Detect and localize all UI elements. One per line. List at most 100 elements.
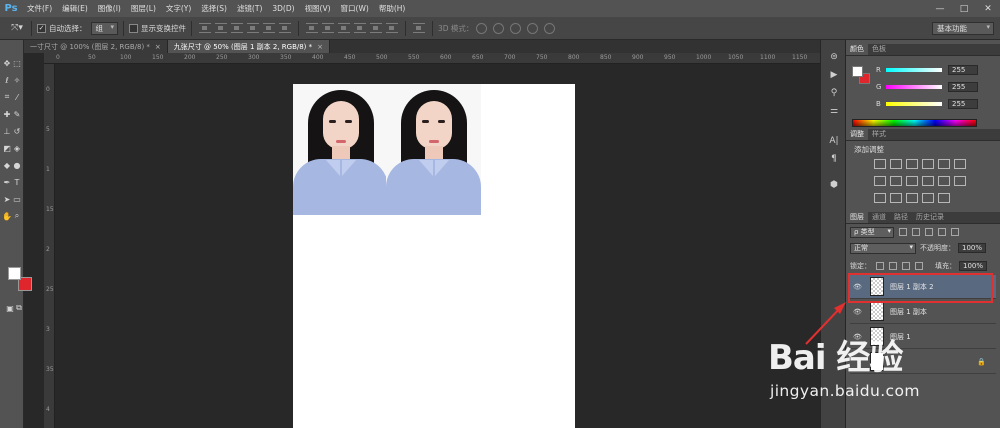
distribute-left-icon[interactable] (354, 23, 366, 33)
distribute-right-icon[interactable] (386, 23, 398, 33)
levels-icon[interactable] (890, 159, 902, 169)
lock-position-icon[interactable] (902, 262, 910, 270)
brightness-contrast-icon[interactable] (874, 159, 886, 169)
blend-mode-dropdown[interactable]: 正常 (850, 242, 916, 254)
hue-saturation-icon[interactable] (874, 176, 886, 186)
distribute-vcenter-icon[interactable] (322, 23, 334, 33)
maximize-button[interactable]: □ (952, 0, 976, 17)
distribute-hcenter-icon[interactable] (370, 23, 382, 33)
tab-document-2[interactable]: 九张尺寸 @ 50% (图层 1 副本 2, RGB/8) * × (167, 40, 331, 53)
posterize-icon[interactable] (890, 193, 902, 203)
auto-select-dropdown[interactable]: 组 (90, 21, 118, 35)
align-bottom-icon[interactable] (231, 23, 243, 33)
close-button[interactable]: ✕ (976, 0, 1000, 17)
align-left-icon[interactable] (247, 23, 259, 33)
fill-field[interactable]: 100% (959, 261, 988, 271)
lock-all-icon[interactable] (915, 262, 923, 270)
move-tool-icon[interactable]: ✥ (2, 58, 12, 68)
workspace-dropdown[interactable]: 基本功能 (932, 22, 994, 35)
menu-view[interactable]: 视图(V) (300, 3, 336, 14)
smart-filter-icon[interactable] (951, 228, 959, 236)
foreground-color-swatch[interactable] (8, 267, 21, 280)
pen-tool-icon[interactable]: ✒ (2, 177, 12, 187)
layer-filter-dropdown[interactable]: ρ 类型 (850, 226, 894, 238)
exposure-icon[interactable] (922, 159, 934, 169)
menu-help[interactable]: 帮助(H) (374, 3, 411, 14)
auto-select-checkbox[interactable]: ✓ (37, 23, 46, 33)
paint-bucket-tool-icon[interactable]: ◈ (12, 143, 22, 153)
character-panel-icon[interactable]: A| (821, 132, 847, 150)
menu-window[interactable]: 窗口(W) (336, 3, 374, 14)
blue-value-field[interactable]: 255 (948, 99, 978, 109)
type-tool-icon[interactable]: T (12, 177, 22, 187)
color-spectrum-bar[interactable] (852, 119, 977, 127)
red-slider[interactable] (886, 68, 942, 72)
minimize-button[interactable]: — (928, 0, 952, 17)
dodge-tool-icon[interactable]: ● (12, 160, 22, 170)
photo-filter-icon[interactable] (922, 176, 934, 186)
tab-layers[interactable]: 图层 (846, 211, 868, 223)
path-selection-tool-icon[interactable]: ➤ (2, 194, 12, 204)
tab-color[interactable]: 颜色 (846, 43, 868, 55)
curves-icon[interactable] (906, 159, 918, 169)
gradient-icon[interactable] (938, 159, 950, 169)
adjust-filter-icon[interactable] (912, 228, 920, 236)
menu-select[interactable]: 选择(S) (196, 3, 232, 14)
layer-row[interactable]: 👁 图层 1 副本 (850, 300, 996, 324)
move-tool-preset-icon[interactable]: ⤧▾ (8, 23, 26, 33)
lasso-tool-icon[interactable]: ℓ (2, 75, 12, 85)
menu-file[interactable]: 文件(F) (22, 3, 57, 14)
opacity-field[interactable]: 100% (958, 243, 987, 253)
tab-styles[interactable]: 样式 (868, 128, 890, 140)
lock-transparent-icon[interactable] (876, 262, 884, 270)
vibrance-icon[interactable] (954, 159, 966, 169)
3d-slide-icon[interactable] (527, 22, 539, 34)
visibility-eye-icon[interactable]: 👁 (853, 308, 863, 316)
history-panel-icon[interactable]: ⊜ (821, 48, 847, 66)
color-balance-icon[interactable] (890, 176, 902, 186)
menu-layer[interactable]: 图层(L) (126, 3, 161, 14)
menu-3d[interactable]: 3D(D) (267, 4, 299, 13)
red-value-field[interactable]: 255 (948, 65, 978, 75)
magic-wand-tool-icon[interactable]: ✧ (12, 75, 22, 85)
tab-document-1[interactable]: 一寸尺寸 @ 100% (图层 2, RGB/8) * × (24, 40, 168, 53)
align-hcenter-icon[interactable] (263, 23, 275, 33)
tab-close-icon[interactable]: × (317, 43, 323, 51)
3d-scale-icon[interactable] (544, 22, 556, 34)
tab-close-icon[interactable]: × (155, 43, 161, 51)
healing-brush-tool-icon[interactable]: ✚ (2, 109, 12, 119)
align-top-icon[interactable] (199, 23, 211, 33)
threshold-icon[interactable] (906, 193, 918, 203)
brush-tool-icon[interactable]: ✎ (12, 109, 22, 119)
tab-swatches[interactable]: 色板 (868, 43, 890, 55)
rectangle-tool-icon[interactable]: ▭ (12, 194, 22, 204)
tab-history[interactable]: 历史记录 (912, 211, 948, 223)
green-value-field[interactable]: 255 (948, 82, 978, 92)
invert-icon[interactable] (874, 193, 886, 203)
show-transform-checkbox[interactable] (129, 23, 138, 33)
3d-panel-icon[interactable]: ⬢ (821, 176, 847, 194)
menu-type[interactable]: 文字(Y) (161, 3, 196, 14)
canvas-area[interactable] (55, 64, 820, 428)
blue-slider[interactable] (886, 102, 942, 106)
actions-panel-icon[interactable]: ▶ (821, 66, 847, 84)
brush-panel-icon[interactable]: ⚲ (821, 84, 847, 102)
tab-channels[interactable]: 通道 (868, 211, 890, 223)
align-right-icon[interactable] (279, 23, 291, 33)
tab-paths[interactable]: 路径 (890, 211, 912, 223)
menu-image[interactable]: 图像(I) (93, 3, 126, 14)
history-brush-tool-icon[interactable]: ↺ (12, 126, 22, 136)
eyedropper-tool-icon[interactable]: ⁄ (12, 92, 22, 102)
black-white-icon[interactable] (906, 176, 918, 186)
channel-mixer-icon[interactable] (938, 176, 950, 186)
blur-tool-icon[interactable]: ◆ (2, 160, 12, 170)
green-slider[interactable] (886, 85, 942, 89)
menu-edit[interactable]: 编辑(E) (57, 3, 93, 14)
eraser-tool-icon[interactable]: ◩ (2, 143, 12, 153)
3d-rotate-icon[interactable] (476, 22, 488, 34)
distribute-bottom-icon[interactable] (338, 23, 350, 33)
clone-stamp-tool-icon[interactable]: ⊥ (2, 126, 12, 136)
shape-filter-icon[interactable] (938, 228, 946, 236)
foreground-color-swatch[interactable] (852, 66, 863, 77)
adjust-panel-icon[interactable]: ⚌ (821, 102, 847, 120)
